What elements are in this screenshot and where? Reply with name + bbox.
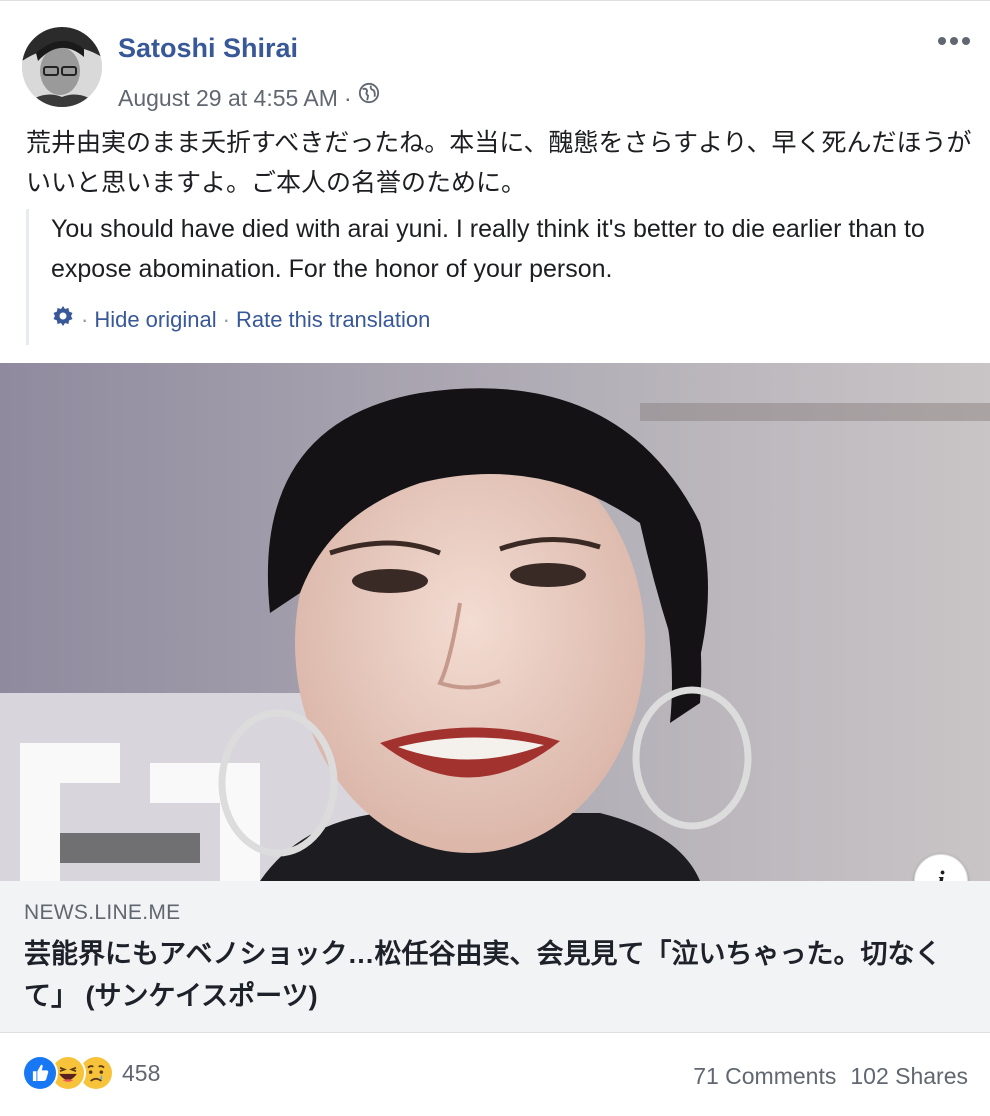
like-icon bbox=[22, 1055, 58, 1091]
dot-icon bbox=[962, 37, 970, 45]
avatar[interactable] bbox=[22, 27, 102, 107]
globe-icon[interactable] bbox=[358, 82, 380, 104]
author-name[interactable]: Satoshi Shirai bbox=[118, 33, 298, 64]
facebook-post: Satoshi Shirai August 29 at 4:55 AM · 荒井… bbox=[0, 0, 990, 1116]
link-preview-image[interactable] bbox=[0, 363, 990, 881]
comments-count-link[interactable]: 71 Comments bbox=[693, 1063, 836, 1090]
post-text: 荒井由実のまま夭折すべきだったね。本当に、醜態をさらすより、早く死んだほうがいい… bbox=[26, 129, 972, 197]
translation-text: You should have died with arai yuni. I r… bbox=[51, 215, 925, 283]
rate-translation-link[interactable]: Rate this translation bbox=[236, 307, 430, 333]
tools-separator: · bbox=[222, 307, 230, 332]
link-title[interactable]: 芸能界にもアベノショック…松任谷由実、会見見て「泣いちゃった。切なくて」 (サン… bbox=[24, 933, 964, 1017]
link-domain: NEWS.LINE.ME bbox=[24, 901, 181, 924]
shares-count-link[interactable]: 102 Shares bbox=[850, 1063, 968, 1090]
post-meta: August 29 at 4:55 AM · bbox=[118, 82, 380, 112]
meta-separator: · bbox=[343, 85, 352, 111]
more-options-button[interactable] bbox=[934, 27, 974, 55]
reactions-summary[interactable]: 458 bbox=[22, 1055, 160, 1091]
tools-separator: · bbox=[81, 307, 89, 332]
translation-block: You should have died with arai yuni. I r… bbox=[26, 209, 966, 345]
post-timestamp[interactable]: August 29 at 4:55 AM bbox=[118, 85, 338, 112]
reaction-count[interactable]: 458 bbox=[122, 1060, 160, 1087]
translation-tools: · Hide original · Rate this translation bbox=[51, 304, 430, 333]
post-footer: 458 71 Comments 102 Shares bbox=[0, 1041, 990, 1116]
dot-icon bbox=[950, 37, 958, 45]
engagement-counts: 71 Comments 102 Shares bbox=[693, 1063, 968, 1090]
portrait-photo bbox=[0, 363, 990, 881]
link-preview[interactable]: NEWS.LINE.ME 芸能界にもアベノショック…松任谷由実、会見見て「泣いち… bbox=[0, 881, 990, 1033]
dot-icon bbox=[938, 37, 946, 45]
hide-original-link[interactable]: Hide original bbox=[94, 307, 216, 333]
avatar-photo bbox=[22, 27, 102, 107]
gear-icon[interactable] bbox=[51, 304, 75, 328]
